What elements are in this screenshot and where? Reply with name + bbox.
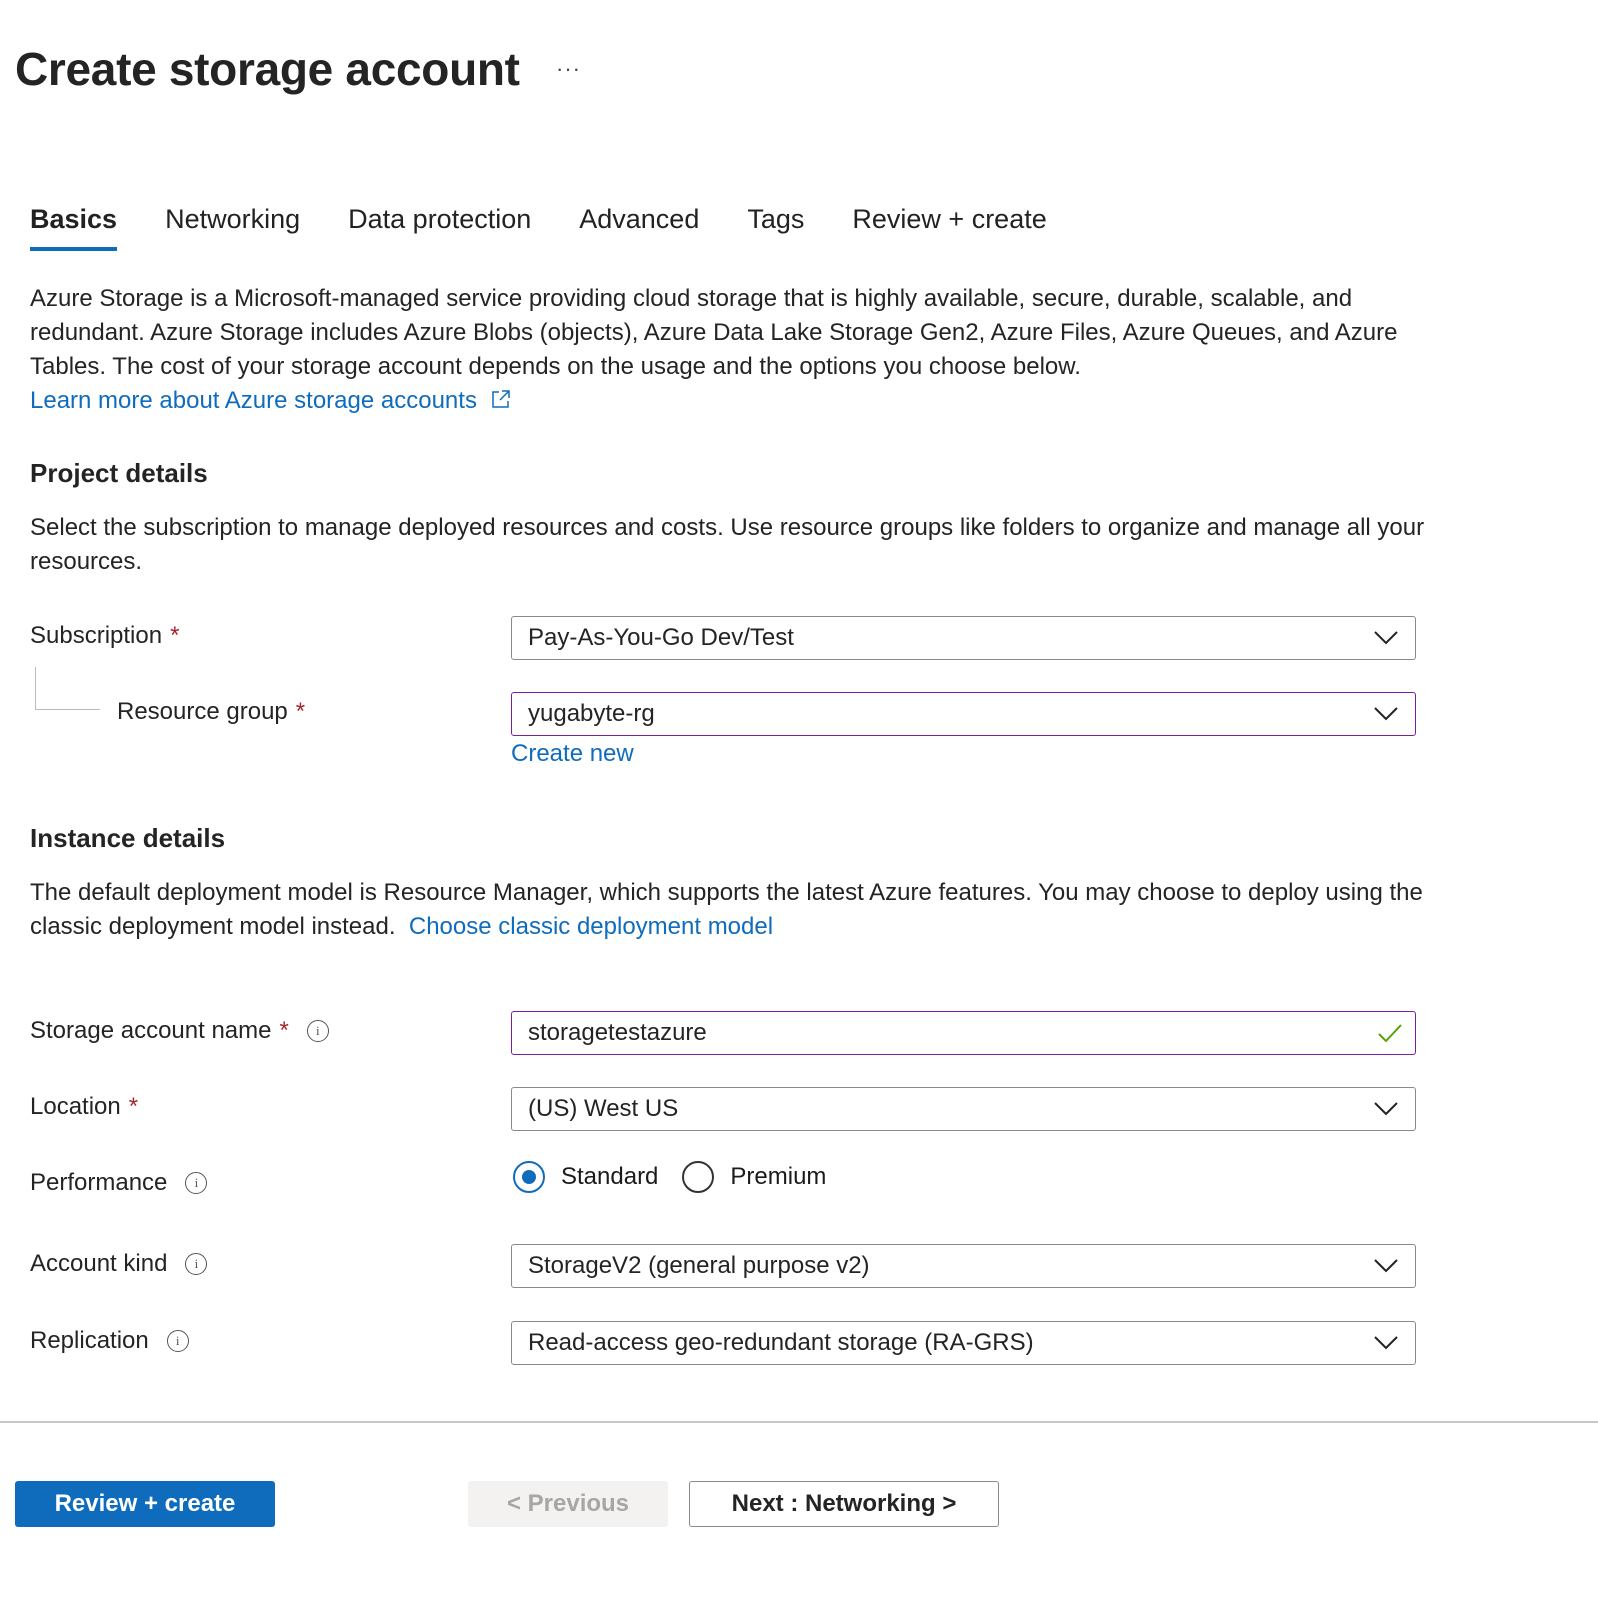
previous-button[interactable]: < Previous	[468, 1481, 668, 1527]
replication-value: Read-access geo-redundant storage (RA-GR…	[528, 1329, 1034, 1356]
external-link-icon	[491, 390, 510, 408]
tab-advanced[interactable]: Advanced	[579, 204, 699, 251]
tab-data-protection[interactable]: Data protection	[348, 204, 531, 251]
replication-dropdown[interactable]: Read-access geo-redundant storage (RA-GR…	[511, 1321, 1416, 1365]
tab-tags[interactable]: Tags	[747, 204, 804, 251]
next-networking-button[interactable]: Next : Networking >	[689, 1481, 999, 1527]
project-details-heading: Project details	[30, 458, 208, 488]
tab-bar: Basics Networking Data protection Advanc…	[30, 204, 1095, 251]
required-asterisk: *	[128, 1093, 139, 1120]
storage-name-label: Storage account name * i	[30, 1017, 329, 1045]
replication-label: Replication i	[30, 1327, 189, 1355]
chevron-down-icon	[1374, 1336, 1398, 1350]
location-label: Location *	[30, 1093, 138, 1121]
tree-connector	[35, 667, 100, 710]
info-icon[interactable]: i	[185, 1172, 208, 1194]
radio-standard[interactable]	[513, 1161, 545, 1193]
page-title: Create storage account	[15, 43, 520, 95]
storage-name-value: storagetestazure	[528, 1019, 707, 1046]
chevron-down-icon	[1374, 1259, 1398, 1273]
chevron-down-icon	[1374, 707, 1398, 721]
resource-group-label: Resource group *	[117, 698, 305, 726]
checkmark-icon	[1378, 1024, 1402, 1043]
project-description: Select the subscription to manage deploy…	[30, 514, 1425, 575]
chevron-down-icon	[1374, 1102, 1398, 1116]
location-label-text: Location	[30, 1093, 121, 1120]
classic-deployment-link[interactable]: Choose classic deployment model	[409, 913, 773, 940]
tab-networking[interactable]: Networking	[165, 204, 300, 251]
account-kind-label-text: Account kind	[30, 1250, 168, 1277]
required-asterisk: *	[170, 622, 180, 649]
radio-standard-label: Standard	[561, 1163, 659, 1190]
performance-label-text: Performance	[30, 1169, 168, 1196]
info-icon[interactable]: i	[166, 1330, 189, 1352]
info-icon[interactable]: i	[185, 1253, 208, 1275]
replication-label-text: Replication	[30, 1327, 149, 1354]
performance-label: Performance i	[30, 1169, 208, 1197]
required-asterisk: *	[295, 698, 306, 725]
storage-name-label-text: Storage account name	[30, 1017, 272, 1044]
instance-details-heading: Instance details	[30, 823, 226, 853]
create-new-link[interactable]: Create new	[511, 740, 634, 768]
account-kind-label: Account kind i	[30, 1250, 208, 1278]
resource-group-value: yugabyte-rg	[528, 700, 655, 727]
subscription-label-text: Subscription	[30, 622, 163, 649]
instance-description-block: The default deployment model is Resource…	[30, 876, 1450, 944]
info-icon[interactable]: i	[306, 1020, 329, 1042]
footer-divider	[0, 1421, 1598, 1423]
required-asterisk: *	[279, 1017, 289, 1044]
more-options-icon[interactable]: ···	[556, 56, 581, 82]
subscription-label: Subscription *	[30, 622, 179, 650]
location-value: (US) West US	[528, 1095, 679, 1122]
review-create-button[interactable]: Review + create	[15, 1481, 275, 1527]
account-kind-value: StorageV2 (general purpose v2)	[528, 1252, 870, 1279]
subscription-value: Pay-As-You-Go Dev/Test	[528, 624, 794, 651]
performance-radio-group: Standard Premium	[513, 1161, 826, 1193]
resource-group-dropdown[interactable]: yugabyte-rg	[511, 692, 1416, 736]
radio-premium[interactable]	[682, 1161, 715, 1193]
learn-more-link[interactable]: Learn more about Azure storage accounts	[30, 387, 512, 414]
subscription-dropdown[interactable]: Pay-As-You-Go Dev/Test	[511, 616, 1416, 660]
tab-review-create[interactable]: Review + create	[852, 204, 1046, 251]
storage-name-input[interactable]: storagetestazure	[511, 1011, 1416, 1055]
resource-group-label-text: Resource group	[117, 698, 288, 725]
chevron-down-icon	[1374, 631, 1398, 645]
radio-premium-label: Premium	[730, 1163, 827, 1190]
account-kind-dropdown[interactable]: StorageV2 (general purpose v2)	[511, 1244, 1416, 1288]
intro-text: Azure Storage is a Microsoft-managed ser…	[30, 282, 1450, 418]
location-dropdown[interactable]: (US) West US	[511, 1087, 1416, 1131]
tab-basics[interactable]: Basics	[30, 204, 118, 251]
learn-more-label: Learn more about Azure storage accounts	[30, 387, 477, 414]
intro-description: Azure Storage is a Microsoft-managed ser…	[30, 285, 1398, 380]
